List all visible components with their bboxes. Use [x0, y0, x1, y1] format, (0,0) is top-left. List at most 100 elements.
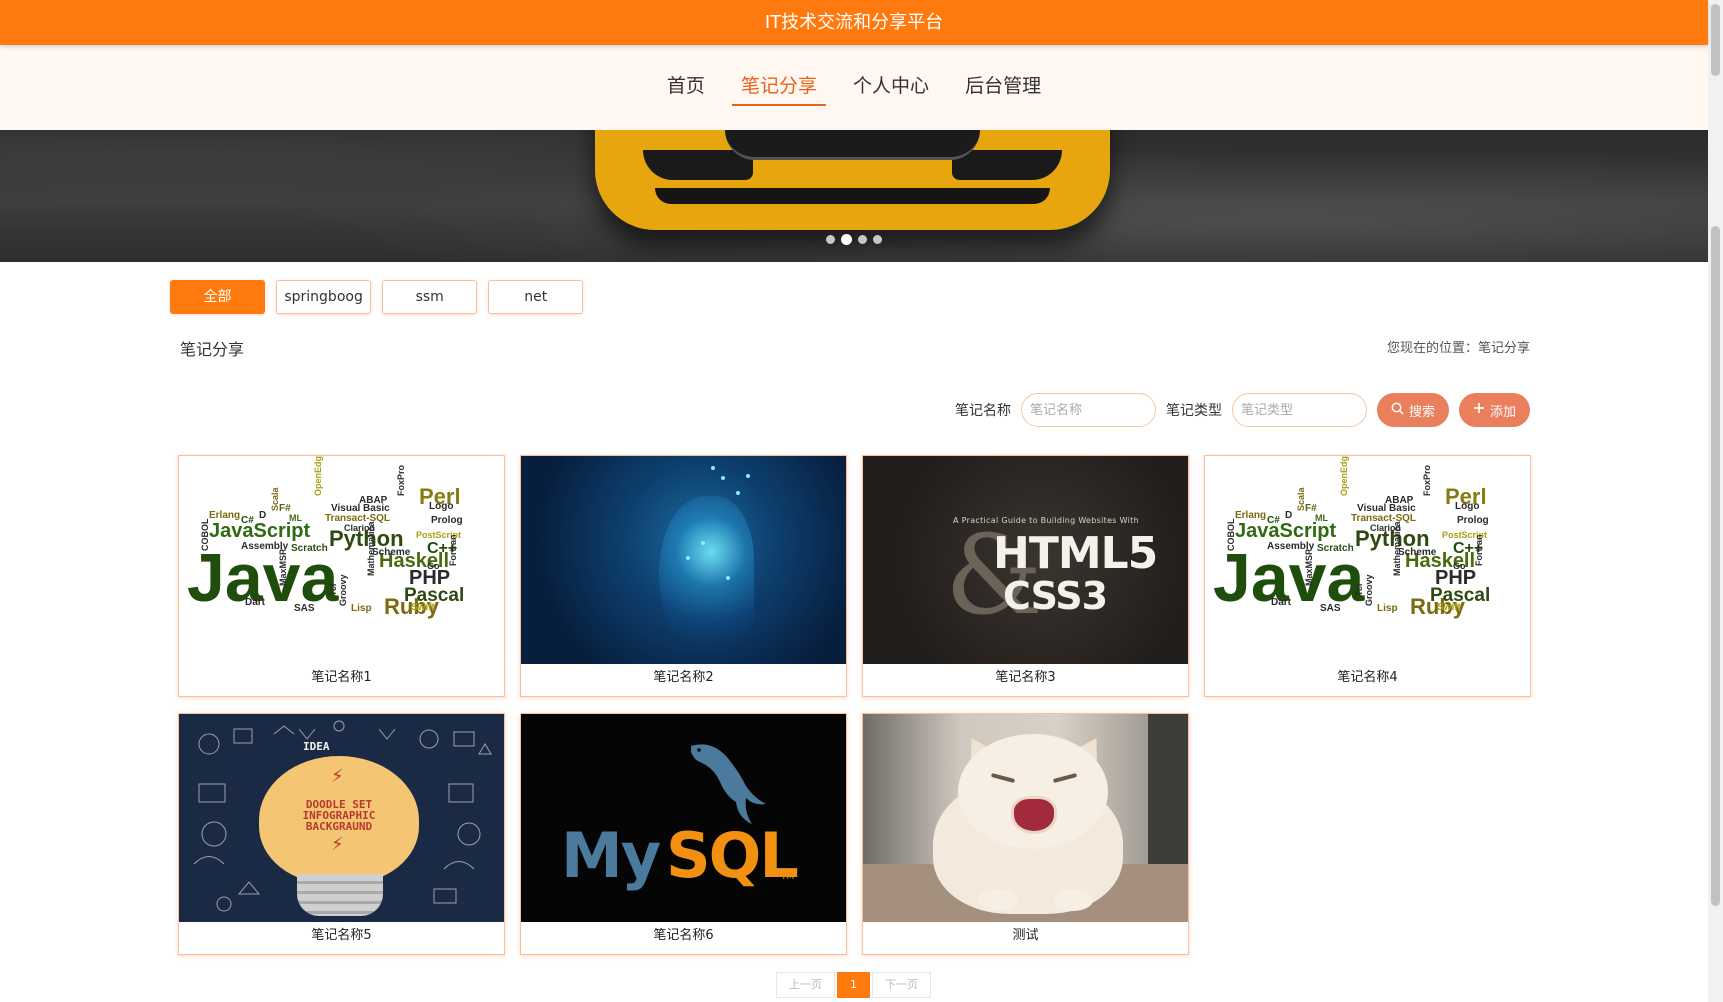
word-cloud-word: C#	[241, 515, 254, 526]
doodle-infographic-image: IDEA ⚡ DOODLE SET INFOGRAPHIC BACKGRAUND…	[179, 714, 504, 922]
java-wordcloud-image: Java JavaScript Python Haskell PHP Pascal Ruby…	[1205, 456, 1530, 664]
brain-head-shape	[659, 496, 754, 656]
add-button-label: 添加	[1489, 404, 1516, 420]
nav-item-notes[interactable]: 笔记分享	[731, 71, 826, 106]
note-card-7[interactable]: 测试	[862, 713, 1189, 955]
lightning-icon: ⚡	[331, 766, 344, 787]
note-card-title: 笔记名称4	[1337, 670, 1398, 685]
word-cloud-word: Scratch	[291, 543, 328, 554]
word-cloud-word: FoxPro	[1422, 464, 1432, 496]
word-cloud-word: Go	[1453, 561, 1466, 571]
carousel-dot-2[interactable]	[841, 234, 852, 245]
doodle-text: DOODLE SET INFOGRAPHIC BACKGRAUND	[259, 799, 419, 832]
book-subtitle: A Practical Guide to Building Websites W…	[953, 516, 1139, 525]
carousel-dot-1[interactable]	[826, 235, 835, 244]
carousel-dot-4[interactable]	[873, 235, 882, 244]
section-title: 笔记分享	[180, 340, 245, 359]
lightbulb-base	[297, 874, 383, 916]
search-bar: 笔记名称 笔记类型 搜索 添加	[955, 392, 1530, 428]
scrollbar-top-thumb[interactable]	[1711, 4, 1720, 76]
doodle-idea-label: IDEA	[303, 740, 330, 753]
word-cloud-word: JavaScript	[1235, 520, 1337, 542]
filter-ssm[interactable]: ssm	[382, 280, 478, 314]
word-cloud-word: D	[259, 510, 267, 521]
next-page-button[interactable]: 下一页	[872, 972, 931, 998]
word-cloud-word: Erlang	[209, 510, 241, 521]
spark	[746, 474, 750, 478]
type-search-input[interactable]	[1231, 393, 1367, 427]
word-cloud-word: Tcl	[328, 583, 338, 596]
cat-paw-left	[978, 889, 1018, 911]
word-cloud-word: Lisp	[1377, 603, 1398, 614]
word-cloud-word: Logo	[429, 501, 454, 512]
word-cloud-word: SAS	[1320, 603, 1341, 614]
html5-css3-image: & A Practical Guide to Building Websites…	[863, 456, 1188, 664]
nav-item-profile[interactable]: 个人中心	[844, 71, 938, 104]
word-cloud-word: Scheme	[372, 547, 411, 558]
search-icon	[1391, 402, 1404, 419]
spark	[711, 466, 715, 470]
filter-springboog[interactable]: springboog	[276, 280, 372, 314]
word-cloud-word: Prolog	[431, 515, 463, 526]
car-lip	[655, 188, 1050, 204]
note-card-title: 笔记名称2	[653, 670, 714, 685]
word-cloud-word: Mathematica	[366, 521, 376, 576]
word-cloud-word: Swift	[411, 602, 435, 613]
word-cloud-word: ML	[289, 513, 302, 523]
word-cloud-word: Lisp	[351, 603, 372, 614]
word-cloud-word: Fortran	[448, 534, 458, 567]
cat-mouth	[1011, 796, 1057, 834]
note-card-2[interactable]: 笔记名称2	[520, 455, 847, 697]
word-cloud-word: MaxMSP	[1304, 548, 1314, 586]
note-card-title: 测试	[1012, 928, 1039, 943]
prev-page-button[interactable]: 上一页	[776, 972, 835, 998]
name-search-input[interactable]	[1020, 393, 1156, 427]
word-cloud-word: Scratch	[1317, 543, 1354, 554]
mysql-my-text: My	[561, 819, 661, 892]
note-card-title: 笔记名称1	[311, 670, 372, 685]
word-cloud-word: Dart	[245, 597, 266, 608]
digital-brain-image	[521, 456, 846, 664]
note-card-1[interactable]: Java JavaScript Python Haskell PHP Pascal Ruby…	[178, 455, 505, 697]
word-cloud-word: Mathematica	[1392, 521, 1402, 576]
java-wordcloud-image: Java JavaScript Python Haskell PHP Pascal Ruby…	[179, 456, 504, 664]
banner-car-image	[595, 130, 1110, 230]
spark	[701, 541, 705, 545]
mysql-logo-image: My SQL TM	[521, 714, 846, 922]
carousel-dot-3[interactable]	[858, 235, 867, 244]
spark	[726, 576, 730, 580]
site-title: IT技术交流和分享平台	[764, 12, 944, 33]
nav-item-admin[interactable]: 后台管理	[956, 71, 1050, 104]
word-cloud-word: OpenEdge ABL	[1339, 456, 1349, 496]
html5-title: HTML5	[993, 528, 1158, 579]
word-cloud-word: SAS	[294, 603, 315, 614]
note-card-4[interactable]: Java JavaScript Python Haskell PHP Pascal Ruby…	[1204, 455, 1531, 697]
note-card-5[interactable]: IDEA ⚡ DOODLE SET INFOGRAPHIC BACKGRAUND…	[178, 713, 505, 955]
word-cloud-word: Groovy	[1364, 574, 1374, 606]
dolphin-icon	[691, 744, 766, 824]
note-card-6[interactable]: My SQL TM 笔记名称6	[520, 713, 847, 955]
note-card-title: 笔记名称5	[311, 928, 372, 943]
word-cloud-word: Logo	[1455, 501, 1480, 512]
banner-carousel[interactable]	[0, 130, 1708, 262]
current-page-button[interactable]: 1	[837, 972, 870, 998]
note-card-3[interactable]: & A Practical Guide to Building Websites…	[862, 455, 1189, 697]
car-grille	[725, 130, 980, 160]
search-button[interactable]: 搜索	[1376, 393, 1449, 427]
page-scrollbar[interactable]	[1708, 0, 1723, 1002]
word-cloud-word: Tcl	[1354, 583, 1364, 596]
site-title-bar: IT技术交流和分享平台	[0, 0, 1708, 45]
filter-net[interactable]: net	[488, 280, 584, 314]
main-nav: 首页 笔记分享 个人中心 后台管理	[0, 45, 1708, 130]
word-cloud-word: ML	[1315, 513, 1328, 523]
word-cloud-word: COBOL	[1226, 518, 1236, 552]
word-cloud-word: Prolog	[1457, 515, 1489, 526]
pagination: 上一页 1 下一页	[776, 972, 933, 998]
filter-all[interactable]: 全部	[170, 280, 265, 314]
spark	[686, 556, 690, 560]
word-cloud-word: Swift	[1437, 602, 1461, 613]
add-button[interactable]: 添加	[1458, 393, 1530, 427]
scrollbar-thumb[interactable]	[1711, 226, 1720, 906]
nav-item-home[interactable]: 首页	[658, 71, 714, 104]
cat-paw-right	[1053, 889, 1093, 911]
